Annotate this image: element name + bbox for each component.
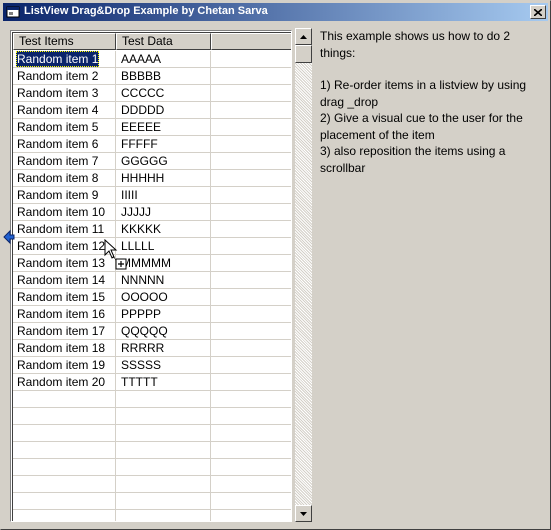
list-item[interactable]: Random item 5 EEEEE — [13, 119, 291, 136]
list-item[interactable]: Random item 16 PPPPP — [13, 306, 291, 323]
item-name-cell: Random item 7 — [17, 154, 99, 168]
list-item[interactable]: Random item 7 GGGGG — [13, 153, 291, 170]
close-icon — [534, 8, 542, 16]
row-gridline — [13, 475, 291, 476]
scroll-up-button[interactable] — [295, 28, 312, 45]
item-name-cell: Random item 9 — [17, 188, 99, 202]
item-data-cell: RRRRR — [121, 341, 165, 355]
list-item[interactable]: Random item 12 LLLLL — [13, 238, 291, 255]
item-data-cell: HHHHH — [121, 171, 165, 185]
list-item[interactable]: Random item 18 RRRRR — [13, 340, 291, 357]
item-data-cell: QQQQQ — [121, 324, 168, 338]
item-data-cell: EEEEE — [121, 120, 162, 134]
item-data-cell: JJJJJ — [121, 205, 151, 219]
arrow-down-icon — [300, 511, 307, 516]
row-gridline — [13, 407, 291, 408]
drag-cursor-icon — [104, 239, 127, 270]
list-item[interactable]: Random item 10 JJJJJ — [13, 204, 291, 221]
item-data-cell: GGGGG — [121, 154, 168, 168]
row-gridline — [13, 458, 291, 459]
item-name-cell: Random item 20 — [17, 375, 106, 389]
row-gridline — [13, 424, 291, 425]
item-name-cell: Random item 4 — [17, 103, 99, 117]
items-listview[interactable]: Test Items Test Data Random item 1 AAAAA R… — [10, 30, 292, 522]
list-item[interactable]: Random item 19 SSSSS — [13, 357, 291, 374]
item-data-cell: PPPPP — [121, 307, 162, 321]
list-item[interactable]: Random item 11 KKKKK — [13, 221, 291, 238]
column-header-test-data[interactable]: Test Data — [116, 33, 211, 50]
item-name-cell: Random item 12 — [17, 239, 106, 253]
list-item[interactable]: Random item 15 OOOOO — [13, 289, 291, 306]
item-data-cell: BBBBB — [121, 69, 162, 83]
item-name-cell: Random item 11 — [17, 222, 105, 236]
list-item[interactable]: Random item 17 QQQQQ — [13, 323, 291, 340]
item-name-cell: Random item 2 — [17, 69, 99, 83]
drop-marker-icon — [3, 229, 15, 245]
close-button[interactable] — [530, 5, 546, 19]
scroll-down-button[interactable] — [295, 505, 312, 522]
column-header-label: Test Data — [122, 34, 173, 48]
column-header-test-items[interactable]: Test Items — [13, 33, 116, 50]
vertical-scrollbar[interactable] — [295, 28, 312, 522]
item-data-cell: DDDDD — [121, 103, 165, 117]
list-item[interactable]: Random item 13 MMMMM — [13, 255, 291, 272]
column-header-filler — [211, 33, 291, 50]
row-gridline — [13, 492, 291, 493]
item-name-cell: Random item 10 — [17, 205, 106, 219]
item-data-cell: CCCCC — [121, 86, 165, 100]
item-name-cell: Random item 13 — [17, 256, 106, 270]
list-item[interactable]: Random item 2 BBBBB — [13, 68, 291, 85]
list-item[interactable]: Random item 6 FFFFF — [13, 136, 291, 153]
list-item[interactable]: Random item 20 TTTTT — [13, 374, 291, 391]
description-panel: This example shows us how to do 2 things… — [320, 28, 545, 176]
item-name-cell: Random item 6 — [17, 137, 99, 151]
item-data-cell: SSSSS — [121, 358, 162, 372]
item-name-cell: Random item 17 — [17, 324, 106, 338]
item-data-cell: TTTTT — [121, 375, 158, 389]
item-name-cell: Random item 14 — [17, 273, 106, 287]
column-header-label: Test Items — [19, 34, 74, 48]
description-intro: This example shows us how to do 2 things… — [320, 29, 511, 60]
listview-body: Test Items Test Data Random item 1 AAAAA R… — [12, 32, 291, 521]
description-item: 2) Give a visual cue to the user for the… — [320, 111, 523, 142]
item-name-cell: Random item 19 — [17, 358, 106, 372]
item-name-cell: Random item 16 — [17, 307, 106, 321]
list-item[interactable]: Random item 3 CCCCC — [13, 85, 291, 102]
list-item[interactable]: Random item 14 NNNNN — [13, 272, 291, 289]
arrow-up-icon — [300, 34, 307, 39]
item-data-cell: AAAAA — [121, 52, 162, 66]
row-gridline — [13, 509, 291, 510]
window-title: ListView Drag&Drop Example by Chetan Sar… — [24, 5, 268, 17]
list-item[interactable]: Random item 4 DDDDD — [13, 102, 291, 119]
item-data-cell: FFFFF — [121, 137, 158, 151]
item-name-cell: Random item 18 — [17, 341, 106, 355]
list-item[interactable]: Random item 1 AAAAA — [13, 51, 291, 68]
list-item[interactable]: Random item 8 HHHHH — [13, 170, 291, 187]
description-item: 3) also reposition the items using a scr… — [320, 144, 506, 175]
item-name-cell: Random item 5 — [17, 120, 99, 134]
item-name-cell: Random item 3 — [17, 86, 99, 100]
vb-form-icon — [6, 6, 20, 18]
scroll-thumb[interactable] — [295, 45, 312, 63]
description-item: 1) Re-order items in a listview by using… — [320, 78, 527, 109]
main-window: ListView Drag&Drop Example by Chetan Sar… — [0, 0, 551, 530]
row-gridline — [13, 441, 291, 442]
title-bar[interactable]: ListView Drag&Drop Example by Chetan Sar… — [3, 3, 548, 21]
item-data-cell: KKKKK — [121, 222, 162, 236]
item-name-cell: Random item 8 — [17, 171, 99, 185]
item-data-cell: NNNNN — [121, 273, 165, 287]
list-item[interactable]: Random item 9 IIIII — [13, 187, 291, 204]
item-data-cell: OOOOO — [121, 290, 168, 304]
item-data-cell: IIIII — [121, 188, 138, 202]
item-name-cell: Random item 15 — [17, 290, 106, 304]
item-name-cell: Random item 1 — [16, 51, 100, 67]
